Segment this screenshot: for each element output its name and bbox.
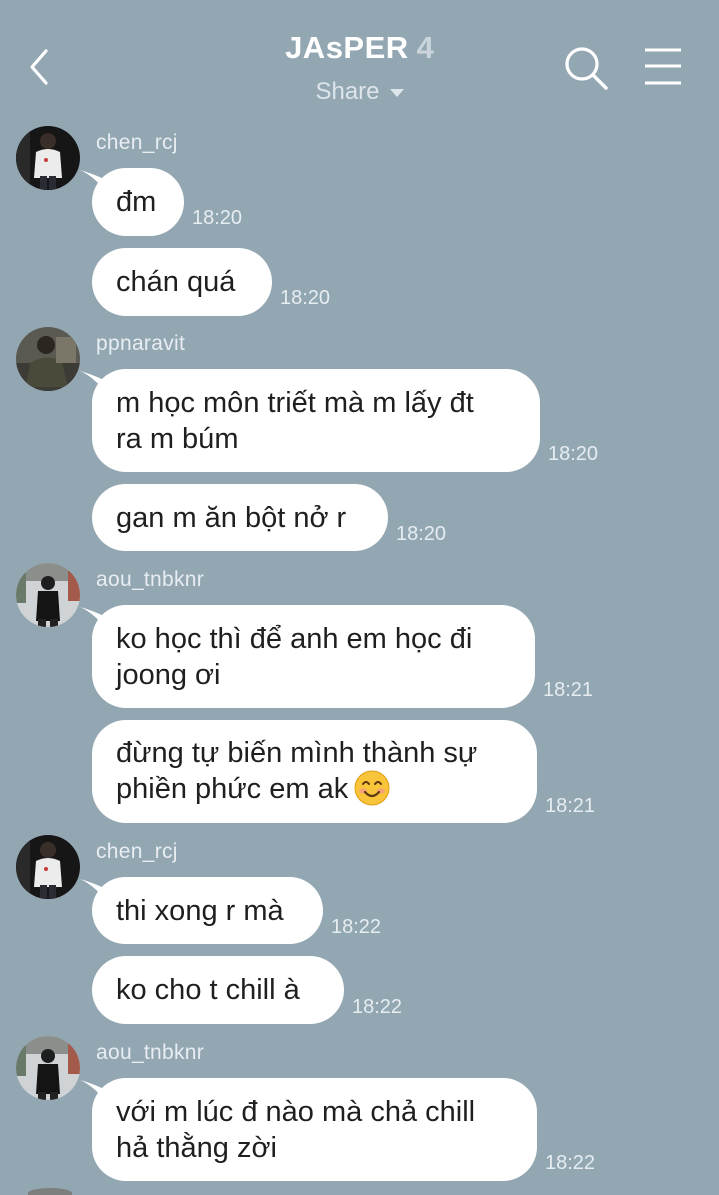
message-text-content: đừng tự biến mình thành sự phiền phức em…: [116, 736, 478, 805]
search-icon: [565, 47, 608, 90]
avatar[interactable]: [16, 126, 80, 190]
message-bubble[interactable]: đm: [92, 168, 184, 236]
avatar-photo: [16, 835, 80, 899]
message-text: với m lúc đ nào mà chả chill hả thằng zờ…: [116, 1095, 476, 1164]
message-time: 18:20: [548, 443, 599, 465]
chat-title: JAsPER 4: [0, 30, 719, 66]
message-bubble[interactable]: ko cho t chill à: [92, 956, 344, 1024]
message-text: m học môn triết mà m lấy đt ra m búm: [116, 386, 474, 455]
avatar-photo: [16, 563, 80, 627]
avatar[interactable]: [16, 1036, 80, 1100]
message-bubble[interactable]: đừng tự biến mình thành sự phiền phức em…: [92, 720, 537, 823]
message-bubble[interactable]: m học môn triết mà m lấy đt ra m búm: [92, 369, 540, 472]
avatar-partial: [28, 1188, 72, 1195]
hamburger-menu-icon: [645, 48, 681, 85]
avatar-photo: [16, 327, 80, 391]
avatar[interactable]: [16, 835, 80, 899]
avatar-photo: [16, 1036, 80, 1100]
message-time: 18:20: [396, 523, 447, 545]
message-time: 18:21: [543, 679, 594, 701]
chat-header: JAsPER 4 Share: [0, 0, 719, 120]
message-text: thi xong r mà: [116, 894, 284, 927]
message-time: 18:22: [352, 996, 403, 1018]
message-text: gan m ăn bột nở r: [116, 501, 347, 534]
menu-button[interactable]: [642, 46, 684, 88]
message-bubble[interactable]: chán quá: [92, 248, 272, 316]
sender-name: aou_tnbknr: [96, 1041, 205, 1064]
message-text: ko học thì để anh em học đi joong ơi: [116, 622, 473, 691]
share-label: Share: [315, 78, 380, 105]
avatar[interactable]: [16, 563, 80, 627]
message-bubble[interactable]: thi xong r mà: [92, 877, 323, 944]
search-button[interactable]: [562, 44, 610, 92]
message-bubble[interactable]: với m lúc đ nào mà chả chill hả thằng zờ…: [92, 1078, 537, 1181]
avatar[interactable]: [16, 327, 80, 391]
message-text: đừng tự biến mình thành sự phiền phức em…: [116, 735, 477, 808]
message-time: 18:20: [280, 287, 331, 309]
sender-name: chen_rcj: [96, 131, 178, 154]
share-dropdown[interactable]: Share: [0, 78, 719, 106]
caret-down-icon: [389, 88, 404, 97]
message-time: 18:22: [331, 916, 382, 938]
message-text: ko cho t chill à: [116, 974, 300, 1006]
message-text: đm: [116, 186, 157, 218]
message-time: 18:22: [545, 1152, 596, 1174]
avatar-photo: [16, 126, 80, 190]
message-time: 18:21: [545, 795, 596, 817]
message-bubble[interactable]: gan m ăn bột nở r: [92, 484, 388, 551]
sender-name: aou_tnbknr: [96, 568, 205, 591]
chat-screen: JAsPER 4 Share chen_rcj đm 18:20 chán qu…: [0, 0, 719, 1195]
message-text: chán quá: [116, 266, 236, 298]
smiling-face-emoji: [354, 770, 390, 806]
sender-name: chen_rcj: [96, 840, 178, 863]
message-bubble[interactable]: ko học thì để anh em học đi joong ơi: [92, 605, 535, 708]
message-time: 18:20: [192, 207, 243, 229]
sender-name: ppnaravit: [96, 332, 186, 355]
member-count: 4: [416, 30, 434, 65]
group-name: JAsPER: [285, 30, 409, 65]
